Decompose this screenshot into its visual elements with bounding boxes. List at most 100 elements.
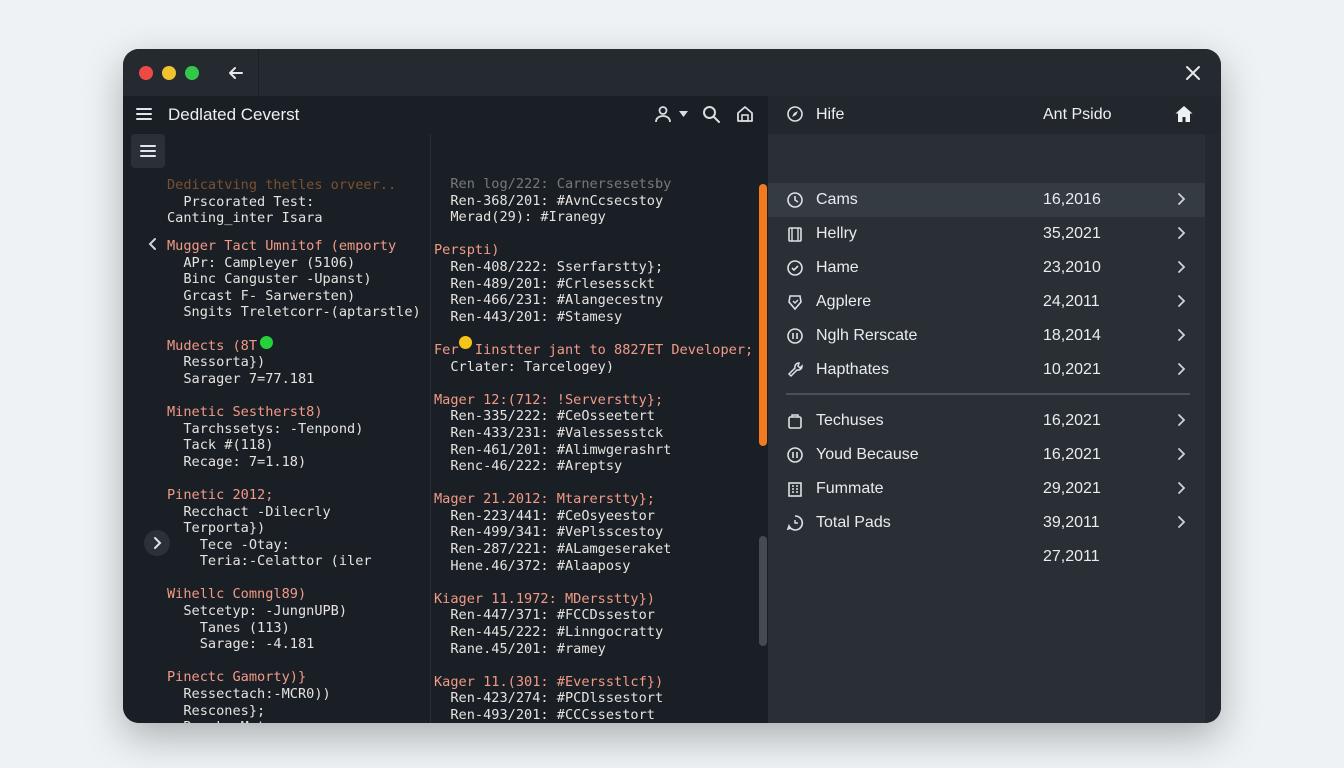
code-line: Wihellc Comngl89)	[167, 586, 307, 603]
badge-icon	[786, 293, 804, 311]
code-line: Perspti)	[434, 242, 500, 259]
details-home-button[interactable]	[1174, 104, 1194, 124]
code-line: Tece -Otay:	[167, 536, 290, 553]
list-item[interactable]: Hapthates 10,2021	[768, 353, 1205, 387]
list-item[interactable]: Techuses 16,2021	[768, 404, 1205, 438]
search-button[interactable]	[701, 104, 721, 124]
gauge-icon	[786, 446, 804, 464]
chevron-right-icon	[1176, 480, 1186, 496]
list-item[interactable]: Cams 16,2016	[768, 183, 1205, 217]
close-icon	[1186, 66, 1200, 80]
app-window: Dedlated Ceverst Dedicatving thetles orv…	[123, 49, 1221, 723]
code-line: Ren-223/441: #CeOsyeestor	[434, 507, 655, 524]
list-item-date: 35,2021	[1043, 225, 1101, 242]
details-header: Hife Ant Psido	[768, 96, 1221, 134]
code-line: Mager 12:(712: !Serverstty};	[434, 391, 664, 408]
code-line: Pinetic 2012;	[167, 486, 274, 503]
speech-clock-icon	[786, 514, 804, 532]
check-circle-icon	[786, 259, 804, 277]
chevron-left-icon	[148, 238, 156, 250]
expand-button[interactable]	[144, 530, 170, 556]
code-line: Recchact -Dilecrly	[167, 503, 331, 520]
footer-value: 27,2011	[1043, 548, 1100, 565]
list-item[interactable]: Nglh Rerscate 18,2014	[768, 319, 1205, 353]
code-line: Ren log/222: Carnersesetsby	[434, 176, 672, 192]
code-line: Rane.45/201: #ramey	[434, 640, 606, 657]
list-item-date: 16,2021	[1043, 446, 1101, 463]
details-header-value: Ant Psido	[1043, 106, 1112, 123]
code-line: Ren-433/231: #Valessesstck	[434, 424, 664, 441]
scrollbar-thumb[interactable]	[759, 536, 767, 646]
code-line: Ren-443/201: #Stamesy	[434, 308, 623, 325]
code-line: Ren-335/222: #CeOsseetert	[434, 408, 655, 425]
list-item[interactable]: Youd Because 16,2021	[768, 438, 1205, 472]
code-line: Ren-493/201: #CCCssestort	[434, 707, 655, 723]
menu-button[interactable]	[135, 106, 153, 122]
list-item-label: Cams	[816, 191, 858, 208]
code-line: Mudects (8T	[167, 337, 274, 354]
code-line: Terporta})	[167, 520, 266, 537]
search-icon	[703, 106, 720, 123]
list-item-date: 16,2016	[1043, 191, 1101, 208]
code-line: Dedicatving thetles orveer..	[167, 177, 397, 193]
code-line: Kager 11.(301: #Eversstlcf})	[434, 673, 664, 690]
list-item[interactable]: Total Pads 39,2011	[768, 506, 1205, 540]
compass-icon	[786, 105, 804, 123]
close-window-button[interactable]	[139, 66, 153, 80]
code-column-right: Ren log/222: Carnersesetsby Ren-368/201:…	[434, 176, 753, 723]
code-line: Setcetyp: -JungnUPB)	[167, 603, 348, 620]
home-outline-icon	[737, 106, 753, 122]
maximize-window-button[interactable]	[185, 66, 199, 80]
list-item[interactable]: Hellry 35,2021	[768, 217, 1205, 251]
list-item-label: Hame	[816, 259, 859, 276]
list-item-date: 10,2021	[1043, 361, 1101, 378]
user-menu-button[interactable]	[653, 104, 673, 124]
code-line: Mugger Tact Umnitof (emporty	[167, 238, 397, 254]
calendar-icon	[786, 225, 804, 243]
sidebar-toggle-button[interactable]	[131, 134, 165, 168]
code-line: APr: Campleyer (5106)	[167, 254, 356, 271]
list-item[interactable]: Hame 23,2010	[768, 251, 1205, 285]
status-dot-yellow	[459, 336, 472, 349]
code-line: Teria:-Celattor (iler	[167, 553, 372, 570]
title-bar	[123, 49, 1221, 96]
list-item[interactable]: Agplere 24,2011	[768, 285, 1205, 319]
collapse-button[interactable]	[147, 237, 157, 251]
user-icon	[655, 106, 671, 123]
status-dot-green	[260, 336, 273, 349]
home-button[interactable]	[735, 104, 755, 124]
chevron-right-icon	[1176, 191, 1186, 207]
code-line: Ren-499/341: #VePlsscestoy	[434, 524, 664, 541]
code-line: Ren-489/201: #Crlesessckt	[434, 275, 655, 292]
code-column-left: Mugger Tact Umnitof (emporty APr: Cample…	[167, 238, 421, 723]
chevron-right-icon	[1176, 361, 1186, 377]
list-separator	[786, 393, 1190, 395]
close-button[interactable]	[1177, 57, 1209, 89]
minimize-window-button[interactable]	[162, 66, 176, 80]
code-line: Tarchssetys: -Tenpond)	[167, 420, 364, 437]
details-scrollbar[interactable]	[1205, 134, 1221, 723]
list-item-label: Youd Because	[816, 446, 919, 463]
list-icon	[140, 145, 156, 157]
chevron-right-icon	[1176, 446, 1186, 462]
code-line: Ren-423/274: #PCDlssestort	[434, 690, 664, 707]
chevron-right-icon	[1176, 293, 1186, 309]
code-line: Sngits Treletcorr-(aptarstle)	[167, 304, 421, 321]
list-item-label: Fummate	[816, 480, 884, 497]
user-menu-caret[interactable]	[679, 111, 688, 117]
code-line: Sarage: -4.181	[167, 636, 315, 653]
code-line: Ren-461/201: #Alimwgerashrt	[434, 441, 672, 458]
code-line: Merad(29): #Iranegy	[434, 209, 606, 226]
back-button[interactable]	[220, 57, 252, 89]
code-line: Tack #(118)	[167, 437, 274, 454]
list-item-date: 29,2021	[1043, 480, 1101, 497]
list-item[interactable]: Fummate 29,2021	[768, 472, 1205, 506]
code-line: Kiager 11.1972: MDersstty})	[434, 590, 655, 607]
scroll-indicator[interactable]	[759, 184, 767, 446]
code-line: Canting_inter Isara	[167, 210, 323, 227]
code-pane: Dedlated Ceverst Dedicatving thetles orv…	[123, 96, 768, 723]
